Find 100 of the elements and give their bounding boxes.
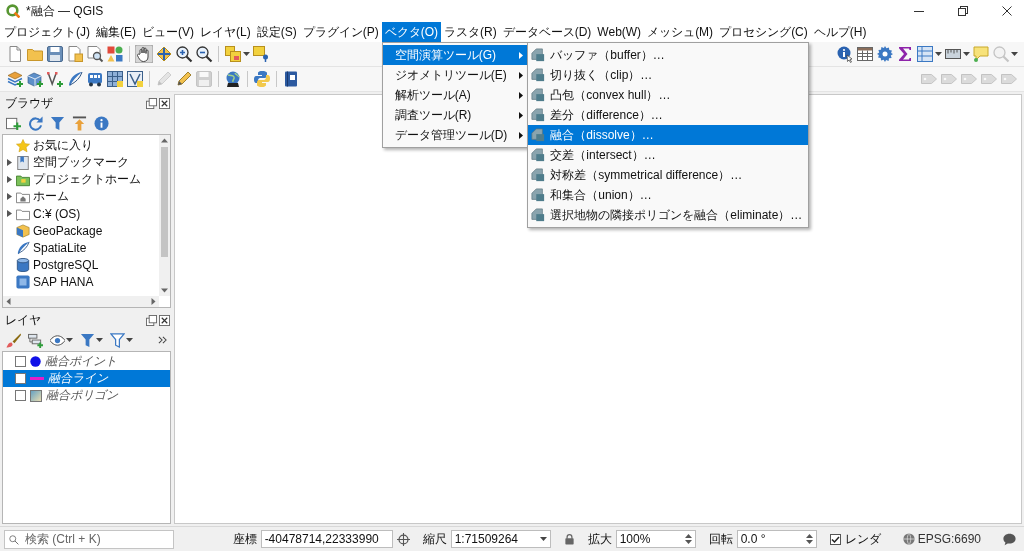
tree-item[interactable]: SAP HANA <box>3 273 159 290</box>
page-magnifier-icon[interactable] <box>86 45 104 63</box>
box-plus-icon[interactable] <box>26 70 44 88</box>
speech-bubble-icon[interactable] <box>1003 532 1016 546</box>
info-icon[interactable] <box>94 115 109 131</box>
layer-item[interactable]: 融合ライン <box>3 370 170 387</box>
double-chevron-icon[interactable] <box>158 336 167 344</box>
expand-arrow-icon[interactable] <box>6 193 13 200</box>
menu-item[interactable]: 空間演算ツール(G) <box>382 45 529 65</box>
menu-item[interactable]: 解析ツール(A) <box>382 85 529 105</box>
paint-brush-icon[interactable] <box>6 332 21 348</box>
diamond-arrows-icon[interactable] <box>155 45 173 63</box>
expand-arrow-icon[interactable] <box>6 210 13 217</box>
menu-item[interactable]: Web(W) <box>594 22 645 42</box>
menu-item[interactable]: ビュー(V) <box>139 22 197 42</box>
new-file-icon[interactable] <box>6 45 24 63</box>
polyline-plus-icon[interactable] <box>46 70 64 88</box>
right-arrow-icon[interactable] <box>150 298 157 305</box>
globe-icon[interactable] <box>224 70 242 88</box>
hand-icon[interactable] <box>135 45 153 63</box>
crs-button[interactable]: EPSG:6690 <box>902 532 981 546</box>
lock-icon[interactable] <box>563 533 575 545</box>
book-icon[interactable] <box>282 70 300 88</box>
tree-item[interactable]: SpatiaLite <box>3 239 159 256</box>
caret-icon[interactable] <box>935 52 942 56</box>
feather-icon[interactable] <box>66 70 84 88</box>
tree-item[interactable]: PostgreSQL <box>3 256 159 273</box>
eye-icon[interactable] <box>50 332 65 348</box>
menu-item[interactable]: 編集(E) <box>93 22 139 42</box>
page-icon[interactable] <box>66 45 84 63</box>
menu-item[interactable]: 調査ツール(R) <box>382 105 529 125</box>
menu-item[interactable]: 和集合（union）… <box>528 185 809 205</box>
grid-icon[interactable] <box>106 70 124 88</box>
filter-icon[interactable] <box>50 115 65 131</box>
tree-item[interactable]: ホーム <box>3 188 159 205</box>
caret-icon[interactable] <box>126 338 133 342</box>
menu-item[interactable]: データベース(D) <box>499 22 595 42</box>
checkbox[interactable] <box>15 373 26 384</box>
tree-item[interactable]: C:¥ (OS) <box>3 205 159 222</box>
tree-item[interactable]: お気に入り <box>3 137 159 154</box>
menu-item[interactable]: 融合（dissolve）… <box>528 125 809 145</box>
layers-plus-icon[interactable] <box>6 70 24 88</box>
pencil-icon[interactable] <box>175 70 193 88</box>
menu-item[interactable]: データ管理ツール(D) <box>382 125 529 145</box>
tree-item[interactable]: 空間ブックマーク <box>3 154 159 171</box>
filter-icon[interactable] <box>80 332 95 348</box>
crosshair-icon[interactable] <box>396 532 410 546</box>
menu-item[interactable]: 切り抜く（clip）… <box>528 65 809 85</box>
menu-item[interactable]: バッファ（buffer）… <box>528 45 809 65</box>
restore-icon[interactable] <box>958 6 968 16</box>
rectangles-plus-icon[interactable] <box>28 332 43 348</box>
bus-icon[interactable] <box>86 70 104 88</box>
scale-dropdown[interactable]: 1:71509264 <box>450 530 551 548</box>
rotation-field[interactable]: 0.0 ° <box>736 530 817 548</box>
close-icon[interactable] <box>159 314 170 326</box>
spin-arrows-icon[interactable] <box>805 533 813 545</box>
vertical-scrollbar[interactable] <box>159 135 170 296</box>
square-pin-icon[interactable] <box>252 45 270 63</box>
magnifier-field[interactable]: 100% <box>615 530 696 548</box>
table-icon[interactable] <box>856 45 874 63</box>
grid-table-icon[interactable] <box>916 45 934 63</box>
caret-icon[interactable] <box>539 537 547 541</box>
polyline-square-icon[interactable] <box>126 70 144 88</box>
caret-icon[interactable] <box>66 338 73 342</box>
gear-icon[interactable] <box>876 45 894 63</box>
scrollbar-thumb[interactable] <box>161 147 168 257</box>
minimize-icon[interactable] <box>914 10 924 12</box>
caret-icon[interactable] <box>243 52 250 56</box>
checkbox[interactable] <box>15 390 26 401</box>
tree-item[interactable]: GeoPackage <box>3 222 159 239</box>
close-icon[interactable] <box>1002 6 1012 16</box>
menu-item[interactable]: 選択地物の隣接ポリゴンを融合（eliminate）… <box>528 205 809 225</box>
layer-item[interactable]: 融合ポイント <box>3 353 170 370</box>
spin-arrows-icon[interactable] <box>684 533 692 545</box>
search-field[interactable]: 検索 (Ctrl + K) <box>4 529 174 549</box>
expand-arrow-icon[interactable] <box>6 159 13 166</box>
python-icon[interactable] <box>253 70 271 88</box>
close-icon[interactable] <box>159 97 170 109</box>
menu-item[interactable]: プロセシング(C) <box>716 22 811 42</box>
float-icon[interactable] <box>146 97 157 109</box>
caret-icon[interactable] <box>963 52 970 56</box>
expand-arrow-icon[interactable] <box>6 176 13 183</box>
layer-item[interactable]: 融合ポリゴン <box>3 387 170 404</box>
checkbox[interactable] <box>829 533 841 545</box>
menu-item[interactable]: ベクタ(O) <box>381 22 441 42</box>
menu-item[interactable]: 設定(S) <box>253 22 300 42</box>
menu-item[interactable]: 凸包（convex hull）… <box>528 85 809 105</box>
shapes-icon[interactable] <box>106 45 124 63</box>
add-icon[interactable] <box>6 115 21 131</box>
up-arrow-icon[interactable] <box>161 137 168 144</box>
zoom-out-icon[interactable] <box>195 45 213 63</box>
zoom-in-icon[interactable] <box>175 45 193 63</box>
menu-item[interactable]: ヘルプ(H) <box>810 22 870 42</box>
menu-item[interactable]: メッシュ(M) <box>644 22 717 42</box>
menu-item[interactable]: プラグイン(P) <box>299 22 382 42</box>
info-cursor-icon[interactable] <box>836 45 854 63</box>
down-arrow-icon[interactable] <box>161 287 168 294</box>
menu-item[interactable]: プロジェクト(J) <box>1 22 93 42</box>
caret-icon[interactable] <box>96 338 103 342</box>
menu-item[interactable]: 対称差（symmetrical difference）… <box>528 165 809 185</box>
